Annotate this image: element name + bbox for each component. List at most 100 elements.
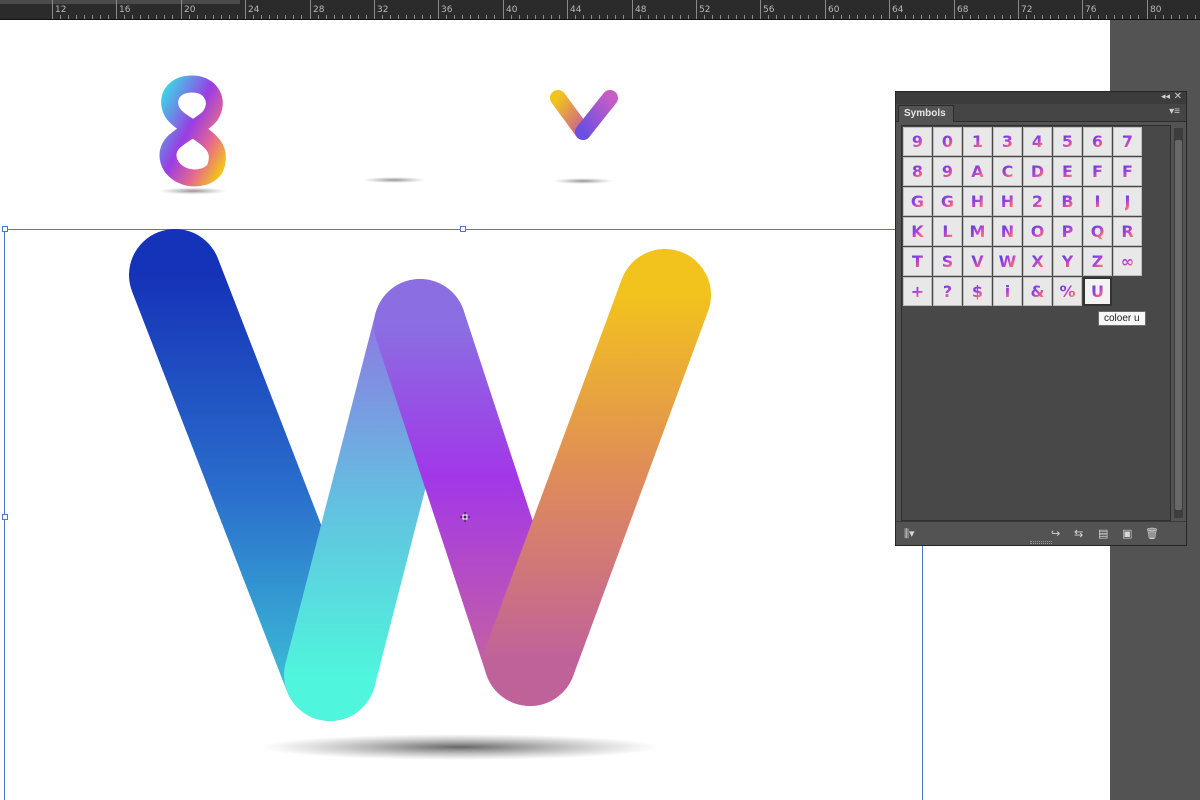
- symbol-swatch[interactable]: 2: [1023, 187, 1052, 216]
- symbol-swatch[interactable]: N: [993, 217, 1022, 246]
- symbol-swatch[interactable]: S: [933, 247, 962, 276]
- symbol-swatch[interactable]: %: [1053, 277, 1082, 306]
- ruler-major-tick: [52, 0, 53, 19]
- ruler-major-tick: [1082, 0, 1083, 19]
- horizontal-ruler[interactable]: 12 16 20 24 28 32 36 40 44 48 52 56 60 64 68 72 76 80: [0, 0, 1200, 20]
- symbol-swatch[interactable]: W: [993, 247, 1022, 276]
- symbol-swatch[interactable]: $: [963, 277, 992, 306]
- symbol-swatch[interactable]: M: [963, 217, 992, 246]
- symbol-swatch[interactable]: G: [933, 187, 962, 216]
- symbol-swatch[interactable]: H: [963, 187, 992, 216]
- symbol-swatch[interactable]: 3: [993, 127, 1022, 156]
- ruler-major-tick: [954, 0, 955, 19]
- symbol-swatch[interactable]: J: [1113, 187, 1142, 216]
- symbol-swatch[interactable]: F: [1113, 157, 1142, 186]
- symbol-swatch[interactable]: X: [1023, 247, 1052, 276]
- break-link-icon[interactable]: ⇆: [1074, 527, 1083, 540]
- ruler-minor-tick: [1050, 15, 1051, 19]
- symbol-swatch-glyph: M: [969, 222, 986, 241]
- symbol-swatch[interactable]: D: [1023, 157, 1052, 186]
- ruler-minor-tick: [704, 15, 705, 19]
- place-symbol-instance-icon[interactable]: ↪: [1051, 527, 1060, 540]
- tab-symbols[interactable]: Symbols: [898, 105, 954, 122]
- ruler-minor-tick: [599, 15, 600, 19]
- symbol-swatch[interactable]: K: [903, 217, 932, 246]
- close-panel-icon[interactable]: ✕: [1174, 91, 1182, 102]
- symbol-swatch[interactable]: 4: [1023, 127, 1052, 156]
- selection-handle-left-middle[interactable]: [2, 514, 8, 520]
- symbol-swatch[interactable]: V: [963, 247, 992, 276]
- symbol-swatch[interactable]: 0: [933, 127, 962, 156]
- symbol-swatch[interactable]: H: [993, 187, 1022, 216]
- ruler-minor-tick: [656, 15, 657, 19]
- delete-symbol-icon[interactable]: 🗑: [1145, 527, 1159, 540]
- symbol-swatch-glyph: K: [911, 222, 924, 241]
- ruler-minor-tick: [156, 15, 157, 19]
- ruler-minor-tick: [776, 15, 777, 19]
- ruler-minor-tick: [221, 15, 222, 19]
- scrollbar-thumb[interactable]: [1175, 140, 1182, 510]
- panel-resize-grip[interactable]: [1030, 541, 1052, 544]
- symbol-swatch[interactable]: C: [993, 157, 1022, 186]
- preview-glyph-8[interactable]: [150, 72, 240, 197]
- ruler-minor-tick: [551, 15, 552, 19]
- symbol-swatch[interactable]: 9: [933, 157, 962, 186]
- symbol-swatch-glyph: R: [1121, 222, 1134, 241]
- ruler-minor-tick: [494, 15, 495, 19]
- ruler-label: 60: [828, 5, 840, 15]
- symbol-swatch-glyph: D: [1030, 162, 1045, 181]
- main-glyph-w[interactable]: [120, 220, 730, 780]
- ruler-minor-tick: [857, 15, 858, 19]
- panel-scrollbar[interactable]: [1174, 128, 1183, 518]
- ruler-minor-tick: [800, 15, 801, 19]
- symbol-swatch[interactable]: L: [933, 217, 962, 246]
- symbol-swatch[interactable]: 6: [1083, 127, 1112, 156]
- panel-menu-icon[interactable]: ▾≡: [1169, 106, 1180, 117]
- ruler-minor-tick: [897, 15, 898, 19]
- symbol-swatch-glyph: E: [1062, 162, 1073, 181]
- symbol-swatch[interactable]: Y: [1053, 247, 1082, 276]
- symbol-swatch[interactable]: ∞: [1113, 247, 1142, 276]
- symbol-swatch[interactable]: Z: [1083, 247, 1112, 276]
- symbol-swatch[interactable]: B: [1053, 187, 1082, 216]
- new-symbol-icon[interactable]: ▣: [1122, 527, 1132, 540]
- collapse-panel-icon[interactable]: ◂◂: [1161, 91, 1170, 102]
- symbol-swatch[interactable]: 5: [1053, 127, 1082, 156]
- preview-glyph-y[interactable]: [542, 82, 627, 187]
- symbol-swatch[interactable]: i: [993, 277, 1022, 306]
- ruler-major-tick: [567, 0, 568, 19]
- symbol-swatch[interactable]: 7: [1113, 127, 1142, 156]
- symbol-swatch[interactable]: ?: [933, 277, 962, 306]
- ruler-minor-tick: [358, 15, 359, 19]
- symbol-swatch[interactable]: G: [903, 187, 932, 216]
- panel-title-bar[interactable]: ◂◂ ✕: [896, 91, 1186, 104]
- symbol-swatch[interactable]: &: [1023, 277, 1052, 306]
- symbol-swatch[interactable]: E: [1053, 157, 1082, 186]
- symbol-swatch[interactable]: I: [1083, 187, 1112, 216]
- symbol-swatch[interactable]: R: [1113, 217, 1142, 246]
- ruler-minor-tick: [728, 15, 729, 19]
- symbol-swatch[interactable]: U: [1083, 277, 1112, 306]
- symbol-swatch[interactable]: A: [963, 157, 992, 186]
- symbol-swatch[interactable]: F: [1083, 157, 1112, 186]
- symbol-swatch[interactable]: 9: [903, 127, 932, 156]
- symbol-swatch[interactable]: 1: [963, 127, 992, 156]
- symbol-swatch[interactable]: T: [903, 247, 932, 276]
- symbol-swatch[interactable]: 8: [903, 157, 932, 186]
- symbol-tooltip: coloer u: [1098, 311, 1146, 326]
- preview-glyph-h[interactable]: [350, 78, 440, 188]
- ruler-label: 32: [377, 5, 389, 15]
- symbol-swatch[interactable]: P: [1053, 217, 1082, 246]
- symbol-library-menu-icon[interactable]: ⫼▾: [904, 527, 915, 541]
- ruler-minor-tick: [583, 15, 584, 19]
- ruler-minor-tick: [736, 15, 737, 19]
- ruler-major-tick: [825, 0, 826, 19]
- symbol-swatch-glyph: 2: [1031, 192, 1044, 211]
- symbol-swatch[interactable]: +: [903, 277, 932, 306]
- selection-handle-top-left[interactable]: [2, 226, 8, 232]
- symbol-swatch[interactable]: O: [1023, 217, 1052, 246]
- symbol-options-icon[interactable]: ▤: [1098, 527, 1108, 540]
- symbol-swatch-glyph: F: [1092, 162, 1103, 181]
- ruler-major-tick: [1147, 0, 1148, 19]
- symbol-swatch[interactable]: Q: [1083, 217, 1112, 246]
